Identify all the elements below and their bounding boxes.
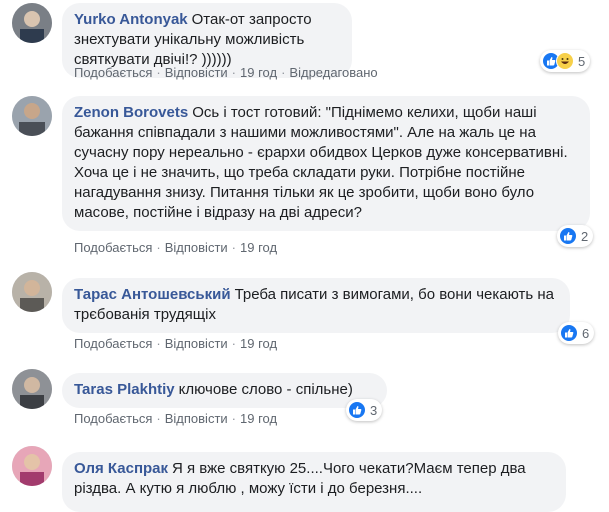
like-icon — [348, 401, 366, 419]
timestamp[interactable]: 19 год — [240, 411, 277, 426]
timestamp[interactable]: 19 год — [240, 336, 277, 351]
reply-button[interactable]: Відповісти — [165, 240, 228, 255]
separator: · — [231, 336, 237, 351]
edited-label[interactable]: Відредаговано — [289, 65, 377, 80]
reaction-count: 2 — [581, 228, 589, 244]
timestamp[interactable]: 19 год — [240, 240, 277, 255]
comment-bubble: Taras Plakhtiy ключове слово - спільне) — [62, 373, 387, 408]
comment-text: ключове слово - спільне) — [178, 381, 353, 398]
separator: · — [281, 65, 286, 80]
comment-text: Ось і тост готовий: "Піднімемо келихи, щ… — [74, 104, 568, 221]
separator: · — [231, 240, 237, 255]
comment-author[interactable]: Yurko Antonyak — [74, 11, 188, 28]
avatar[interactable] — [12, 96, 52, 136]
reaction-count: 6 — [582, 325, 590, 341]
separator: · — [231, 411, 237, 426]
timestamp[interactable]: 19 год — [240, 65, 277, 80]
comment-author[interactable]: Оля Каспрак — [74, 460, 168, 477]
comment-actions: Подобається · Відповісти · 19 год · Відредагов… — [74, 65, 378, 80]
reaction-summary[interactable]: 6 — [558, 322, 595, 344]
like-button[interactable]: Подобається — [74, 411, 152, 426]
like-button[interactable]: Подобається — [74, 240, 152, 255]
separator: · — [156, 411, 161, 426]
reaction-summary[interactable]: 5 — [540, 50, 591, 72]
like-icon — [559, 227, 577, 245]
comment-author[interactable]: Taras Plakhtiy — [74, 381, 175, 398]
reply-button[interactable]: Відповісти — [165, 411, 228, 426]
like-icon — [560, 324, 578, 342]
avatar[interactable] — [12, 446, 52, 486]
like-button[interactable]: Подобається — [74, 65, 152, 80]
avatar[interactable] — [12, 369, 52, 409]
reaction-summary[interactable]: 2 — [557, 225, 594, 247]
comment-bubble: Zenon Borovets Ось і тост готовий: "Підні… — [62, 96, 590, 231]
comment-bubble: Оля Каспрак Я я вже святкую 25....Чого че… — [62, 452, 566, 512]
separator: · — [231, 65, 237, 80]
haha-icon — [556, 52, 574, 70]
comment-actions: Подобається · Відповісти · 19 год — [74, 240, 277, 255]
separator: · — [156, 65, 161, 80]
like-button[interactable]: Подобається — [74, 336, 152, 351]
comment-author[interactable]: Zenon Borovets — [74, 104, 188, 121]
avatar[interactable] — [12, 272, 52, 312]
reply-button[interactable]: Відповісти — [165, 336, 228, 351]
reaction-count: 5 — [578, 53, 586, 69]
comment-author[interactable]: Тарас Антошевський — [74, 286, 231, 303]
reaction-count: 3 — [370, 402, 378, 418]
separator: · — [156, 336, 161, 351]
comment-bubble: Тарас Антошевський Треба писати з вимогам… — [62, 278, 570, 333]
separator: · — [156, 240, 161, 255]
comment-actions: Подобається · Відповісти · 19 год — [74, 336, 277, 351]
reply-button[interactable]: Відповісти — [165, 65, 228, 80]
avatar[interactable] — [12, 3, 52, 43]
reaction-summary[interactable]: 3 — [346, 399, 383, 421]
comment-actions: Подобається · Відповісти · 19 год — [74, 411, 277, 426]
